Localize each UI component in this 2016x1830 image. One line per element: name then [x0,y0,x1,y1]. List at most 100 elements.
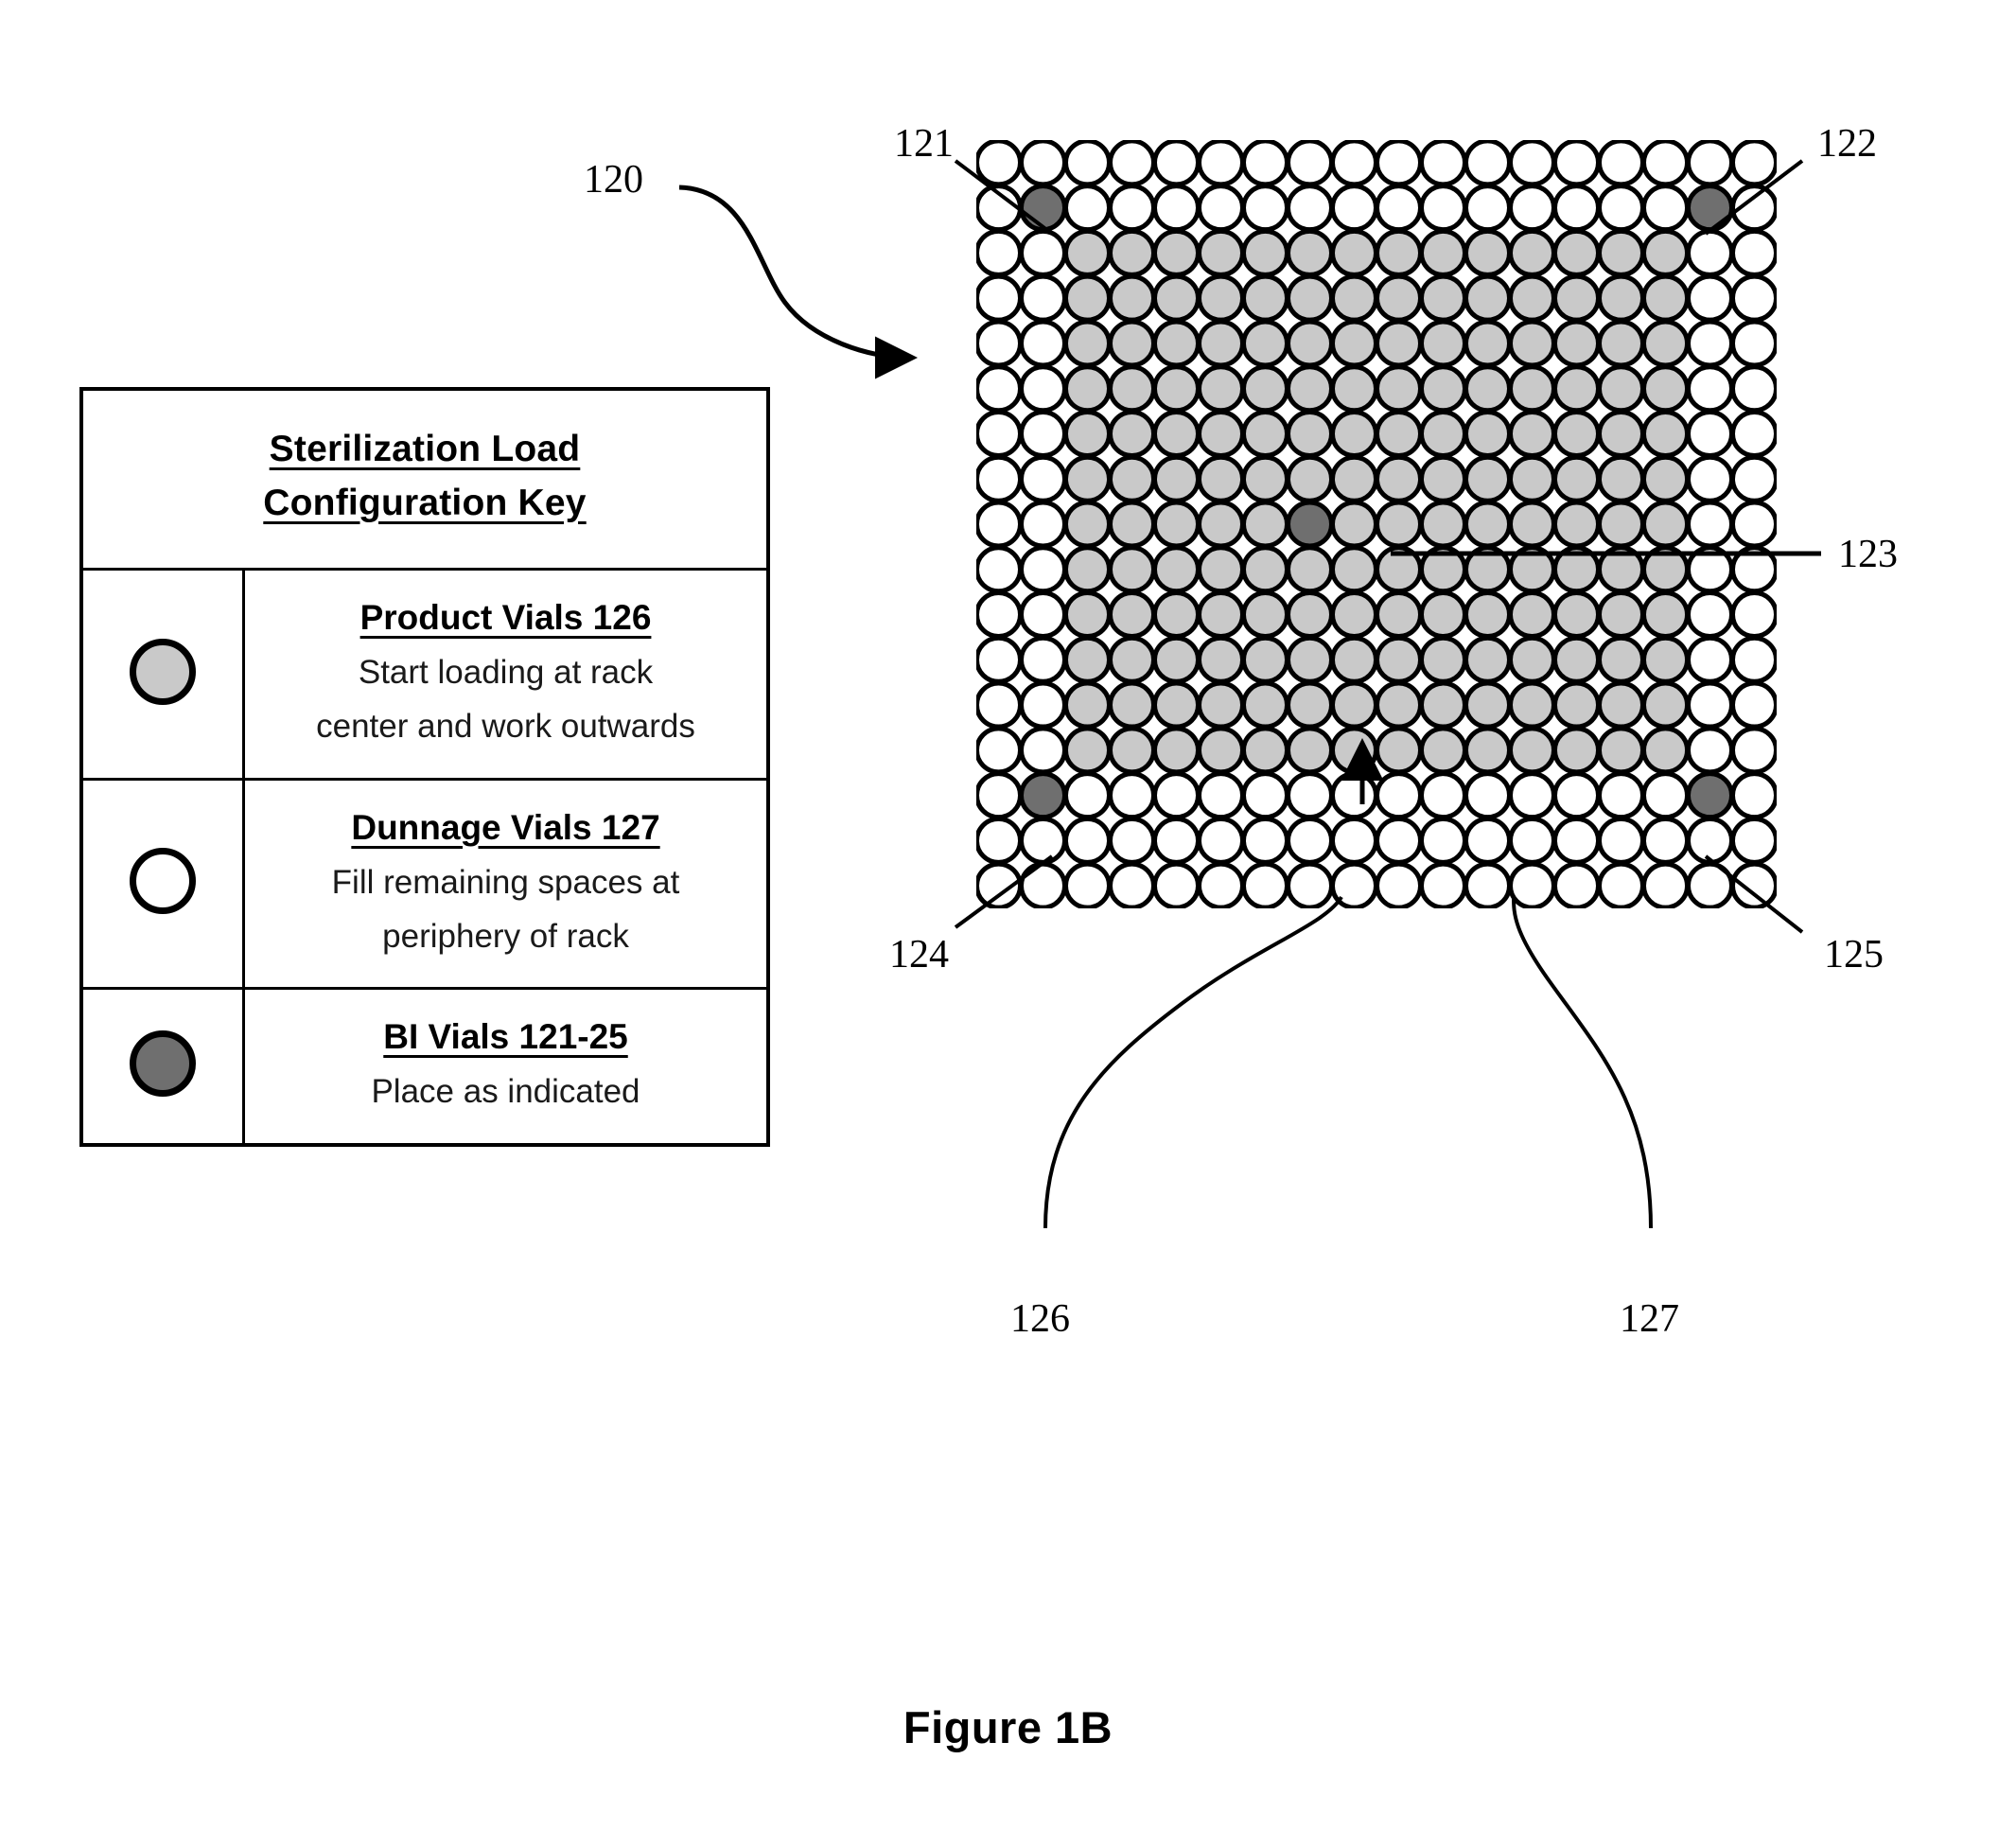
product-vial [1108,319,1156,368]
product-vial [1597,454,1645,503]
product-vial [1419,680,1467,730]
dunnage-vial-swatch-cell [79,777,245,991]
dunnage-vial [1019,635,1067,684]
dunnage-vial [1730,861,1777,908]
dunnage-vial [976,771,1023,820]
bi-vial-heading: BI Vials 121-25 [383,1017,628,1057]
product-vial [1597,409,1645,458]
product-vial [1552,500,1601,549]
dunnage-vial [1464,861,1512,908]
product-vial [1152,409,1201,458]
dunnage-vial [1686,680,1734,730]
product-vial [1552,726,1601,775]
product-vial [1375,228,1423,277]
product-vial [1330,409,1378,458]
dunnage-vial [1641,771,1690,820]
dunnage-vial [1730,635,1777,684]
product-vial [1597,364,1645,414]
product-vial [1508,228,1556,277]
dunnage-vial [1286,140,1334,187]
product-vial [1552,273,1601,323]
dunnage-vial [1286,816,1334,865]
callout-ref-123: 123 [1838,533,1898,576]
dunnage-vial [1686,726,1734,775]
bi-vial-text-cell: BI Vials 121-25 Place as indicated [242,987,770,1147]
product-vial [1641,454,1690,503]
dunnage-vial [1241,771,1289,820]
dunnage-vial [976,861,1023,908]
product-vial [1108,590,1156,640]
bi-vial-swatch-cell [79,987,245,1147]
product-vial [1464,228,1512,277]
product-vial [1108,273,1156,323]
product-vial [1464,635,1512,684]
product-vial-text-cell: Product Vials 126 Start loading at rack … [242,568,770,781]
product-vial [1108,409,1156,458]
callout-ref-126: 126 [1010,1297,1070,1341]
bi-vial-124 [1019,771,1067,820]
product-vial [1419,500,1467,549]
product-vial [1464,545,1512,594]
product-vial-desc-line-1: Start loading at rack [358,654,654,692]
product-vial [1597,545,1645,594]
product-vial [1597,273,1645,323]
bi-vial-desc-line-1: Place as indicated [371,1073,640,1111]
dunnage-vial-text-cell: Dunnage Vials 127 Fill remaining spaces … [242,777,770,991]
dunnage-vial [1686,409,1734,458]
dunnage-vial [1686,228,1734,277]
dunnage-vial [1419,771,1467,820]
product-vial [1152,545,1201,594]
dunnage-vial [1286,861,1334,908]
product-vial [1464,680,1512,730]
leader-120 [678,185,918,379]
product-vial [1063,228,1112,277]
product-vial [1197,590,1245,640]
product-vial [1152,454,1201,503]
product-vial [1375,364,1423,414]
dunnage-vial [1241,184,1289,233]
dunnage-vial [1508,816,1556,865]
dunnage-vial [1464,771,1512,820]
product-vial [1241,545,1289,594]
dunnage-vial [1108,184,1156,233]
dunnage-vial [1197,140,1245,187]
product-vial [1108,364,1156,414]
product-vial [1241,500,1289,549]
product-vial [1552,590,1601,640]
product-vial [1241,454,1289,503]
dunnage-vial [976,545,1023,594]
product-vial [1375,635,1423,684]
dunnage-vial [1019,364,1067,414]
product-vial [1108,635,1156,684]
product-vial [1330,680,1378,730]
dunnage-vial [1686,273,1734,323]
product-vial [1197,273,1245,323]
product-vial [1552,635,1601,684]
product-vial [1241,409,1289,458]
product-vial [1464,273,1512,323]
dunnage-vial [1375,184,1423,233]
product-vial [1197,409,1245,458]
dunnage-vial [976,319,1023,368]
dunnage-vial [1152,184,1201,233]
dunnage-vial [1019,273,1067,323]
bi-vial-123 [1286,500,1334,549]
product-vial [1464,454,1512,503]
dunnage-vial [1019,590,1067,640]
leader-127 [1512,896,1653,1229]
dunnage-vial [1375,861,1423,908]
dunnage-vial [1686,319,1734,368]
dunnage-vial [1552,184,1601,233]
product-vial [1330,273,1378,323]
dunnage-vial [1019,726,1067,775]
dunnage-vial [976,228,1023,277]
dunnage-vial [1730,184,1777,233]
dunnage-vial [1197,771,1245,820]
product-vial-heading: Product Vials 126 [359,598,652,638]
product-vial [1330,545,1378,594]
product-vial [1197,635,1245,684]
dunnage-vial [1730,454,1777,503]
dunnage-vial-swatch-icon [130,848,196,915]
rack-assembly [976,140,1777,908]
product-vial [1063,273,1112,323]
